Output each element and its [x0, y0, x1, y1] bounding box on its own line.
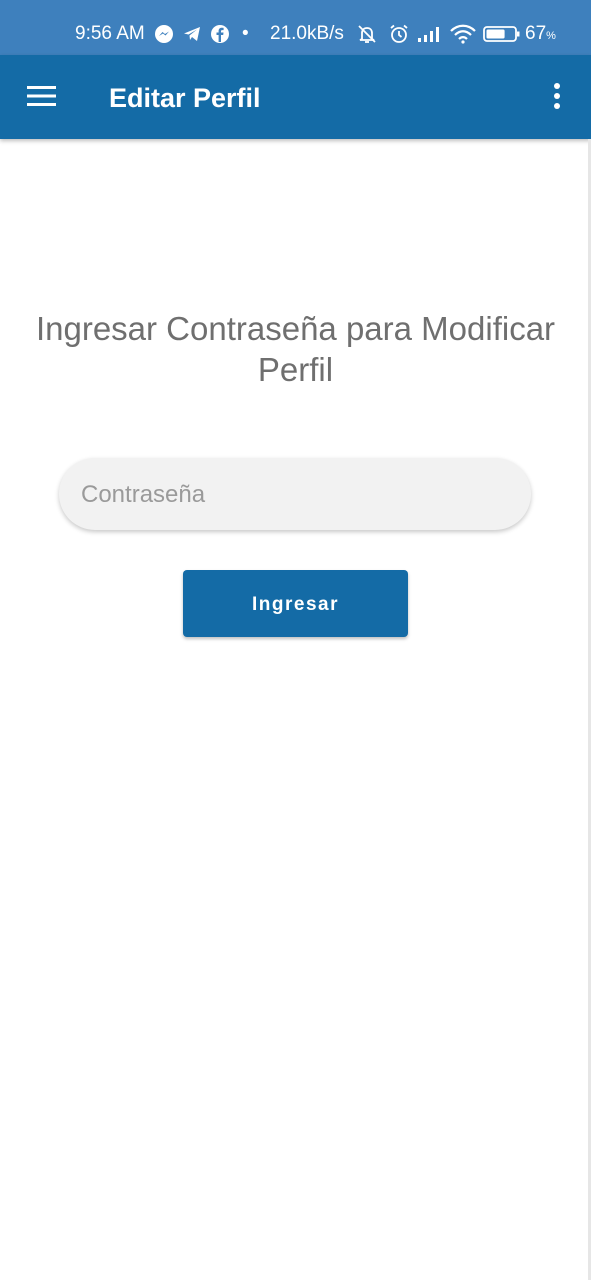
- battery-icon: [483, 24, 521, 44]
- menu-icon: [20, 77, 64, 117]
- telegram-icon: [182, 24, 202, 44]
- password-input[interactable]: [79, 458, 513, 532]
- wifi-icon: [450, 24, 476, 44]
- app-bar: Editar Perfil: [0, 55, 591, 139]
- more-vert-icon: [540, 77, 574, 117]
- password-field[interactable]: [59, 458, 531, 532]
- more-options-button[interactable]: [540, 77, 574, 117]
- signal-icon: [417, 24, 439, 44]
- menu-button[interactable]: [20, 77, 64, 117]
- status-bar: 9:56 AM • 21.0kB/s 67%: [0, 0, 591, 55]
- alarm-icon: [389, 24, 409, 44]
- messenger-icon: [154, 24, 174, 44]
- facebook-icon: [210, 24, 230, 44]
- network-speed: 21.0kB/s: [270, 23, 344, 44]
- status-time: 9:56 AM: [75, 23, 145, 44]
- password-prompt-heading: Ingresar Contraseña para Modificar Perfi…: [35, 310, 556, 388]
- submit-button[interactable]: Ingresar: [183, 570, 408, 637]
- status-dot: •: [242, 23, 249, 44]
- battery-percent: 67%: [525, 23, 556, 44]
- screen: 9:56 AM • 21.0kB/s 67% Editar Perfil Ing…: [0, 0, 591, 1280]
- page-title: Editar Perfil: [109, 83, 261, 113]
- bell-muted-icon: [356, 24, 376, 44]
